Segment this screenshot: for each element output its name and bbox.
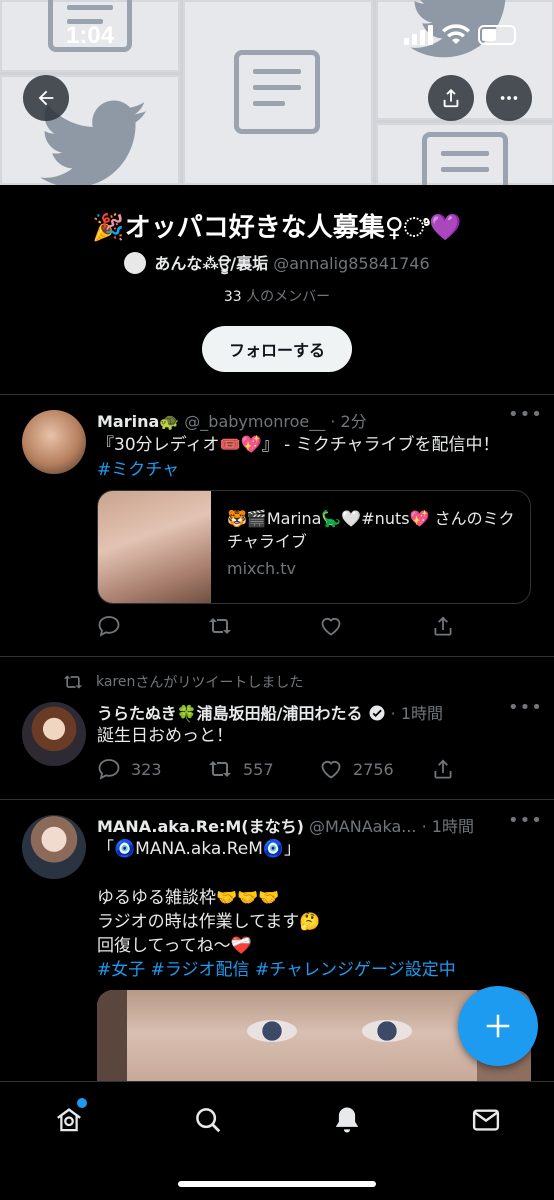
share-tweet-button[interactable] [431,614,455,638]
home-indicator [178,1181,376,1187]
back-button[interactable] [23,75,69,121]
reply-button[interactable]: 323 [97,757,162,781]
status-bar: 1:04 [0,0,554,70]
tab-messages[interactable] [466,1100,506,1140]
messages-mail-icon [472,1109,500,1131]
tweet-text: 誕生日おめっと！ [97,726,233,746]
divider [0,656,554,657]
tweet-text: ラジオの時は作業してます🤔 [97,912,321,932]
home-icon [57,1108,81,1132]
divider [0,799,554,800]
share-button[interactable] [428,75,474,121]
community-owner[interactable]: あんな⁂ਊ/裏垢 @annalig85841746 [0,250,554,274]
link-card[interactable]: 🐯🎬Marina🦕🤍#nuts💖 さんのミクチャライブ mixch.tv [97,490,531,604]
tweet-more-button[interactable]: ••• [508,404,543,425]
retweet-count: 557 [243,759,274,779]
member-count-label: 人のメンバー [246,289,331,305]
retweeter-name[interactable]: karen [96,674,135,690]
reply-icon [98,616,120,637]
reply-button[interactable] [97,614,131,638]
heart-icon [321,618,341,636]
tab-search[interactable] [188,1100,228,1140]
avatar[interactable] [22,410,86,474]
search-icon [196,1108,221,1133]
like-button[interactable]: 2756 [319,757,394,781]
retweet-context: karen さんがリツイートしました [62,672,303,692]
retweet-button[interactable]: 557 [207,757,274,781]
retweet-icon [209,761,231,777]
tweet-more-button[interactable]: ••• [508,810,543,831]
divider [0,394,554,395]
tweet-author-handle: @_babymonroe__ [184,412,326,431]
retweet-icon [63,675,83,689]
tweet-time: · 1時間 [390,704,443,723]
tweet-author-name[interactable]: Marina🐢 [97,412,179,431]
tweet-hashtags[interactable]: #女子 #ラジオ配信 #チャレンジゲージ設定中 [97,958,456,983]
arrow-left-icon [38,90,54,106]
reply-count: 323 [131,759,162,779]
member-count-number: 33 [223,289,242,305]
notification-dot [77,1098,87,1108]
link-card-domain: mixch.tv [227,559,296,578]
share-tweet-button[interactable] [431,757,455,781]
retweet-label: さんがリツイートしました [135,675,304,691]
owner-handle: @annalig85841746 [273,254,430,273]
wifi-icon [442,24,470,44]
tweet-actions: 323 557 2756 [97,757,457,783]
share-icon [434,759,452,779]
link-card-thumbnail [98,491,211,603]
retweet-icon [209,618,231,634]
member-count[interactable]: 33 人のメンバー [0,286,554,306]
tweet-author-name[interactable]: MANA.aka.Re:M(まなち) [97,817,304,836]
tweet-time: · 2分 [330,412,367,431]
verified-badge-icon [369,705,385,721]
more-horizontal-icon [500,96,518,100]
tweet-text: 「🧿MANA.aka.ReM🧿」 [97,839,302,859]
cellular-signal-icon [404,25,433,45]
follow-button[interactable]: フォローする [202,326,352,372]
tab-home[interactable] [49,1098,89,1140]
battery-icon [478,25,516,45]
like-button[interactable] [319,614,353,638]
share-icon [434,616,452,636]
plus-icon [486,1014,510,1038]
tweet-text: 回復してってね〜❤️‍🩹 [97,936,252,956]
tweet-actions [97,614,457,640]
avatar[interactable] [22,815,86,879]
tweet-author-name[interactable]: うらたぬき🍀浦島坂田船/浦田わたる [97,704,362,723]
like-count: 2756 [353,759,394,779]
owner-name: あんな⁂ਊ/裏垢 [154,254,269,273]
tweet-more-button[interactable]: ••• [508,697,543,718]
reply-icon [98,759,120,780]
status-time: 1:04 [66,22,115,49]
community-title: 🎉オッパコ好きな人募集♀︎ಿ💜 [92,213,462,243]
share-icon [443,88,459,108]
notifications-bell-icon [335,1107,359,1133]
link-card-title: 🐯🎬Marina🦕🤍#nuts💖 さんのミクチャライブ [227,509,515,551]
tweet-time: · 1時間 [421,817,474,836]
tweet-author-handle: @MANAaka... [308,817,417,836]
tab-notifications[interactable] [327,1100,367,1140]
avatar[interactable] [22,702,86,766]
heart-icon [321,761,341,779]
compose-tweet-button[interactable] [458,986,538,1066]
tweet-text: ゆるゆる雑談枠🤝🤝🤝 [97,888,280,908]
tweet-hashtag[interactable]: #ミクチャ [97,458,179,483]
retweet-button[interactable] [207,614,243,638]
tweet-text: 『30分レディオ🎟️💖』 - ミクチャライブを配信中！ [97,435,500,455]
more-options-button[interactable] [486,75,532,121]
owner-avatar [124,252,147,274]
